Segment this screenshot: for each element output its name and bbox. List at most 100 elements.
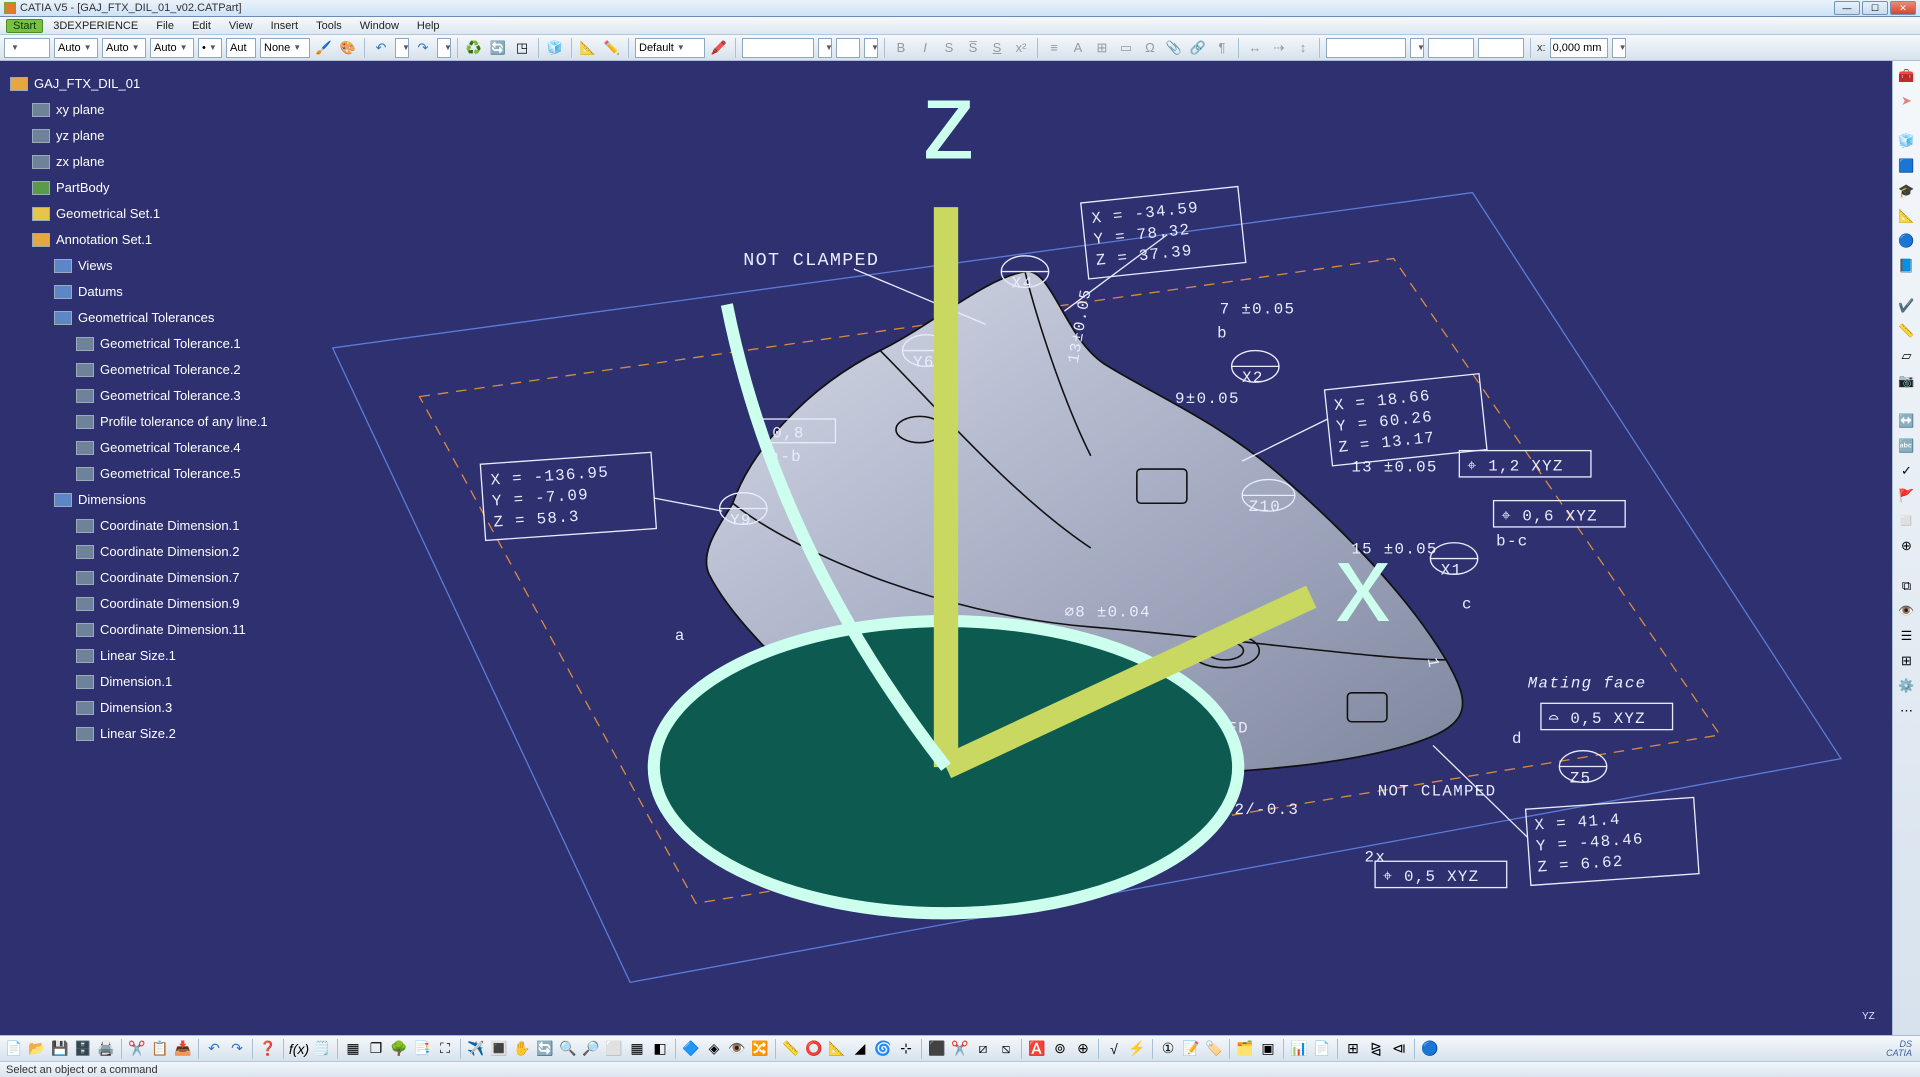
tree-geotol1[interactable]: Geometrical Tolerance.1 <box>10 331 268 357</box>
pan-icon[interactable]: ✋ <box>512 1039 532 1059</box>
undo-bottom-icon[interactable]: ↶ <box>204 1039 224 1059</box>
upper-tol-input[interactable] <box>1428 38 1474 58</box>
tree-xy-plane[interactable]: xy plane <box>10 97 268 123</box>
menu-help[interactable]: Help <box>409 19 448 33</box>
tree-geotol4[interactable]: Geometrical Tolerance.4 <box>10 435 268 461</box>
knowledge-icon[interactable]: 📘 <box>1896 255 1918 277</box>
copy-icon[interactable]: 📋 <box>150 1039 170 1059</box>
render-style-dd[interactable]: Default▼ <box>635 38 705 58</box>
coord-icon[interactable]: 📏 <box>1896 320 1918 342</box>
tree-geotol2[interactable]: Geometrical Tolerance.2 <box>10 357 268 383</box>
tree-dim9[interactable]: Linear Size.2 <box>10 721 268 747</box>
superscript-icon[interactable]: x² <box>1011 38 1031 58</box>
dim-tool-icon[interactable]: 📏 <box>781 1039 801 1059</box>
redo-icon[interactable]: ↷ <box>413 38 433 58</box>
chamfer-icon[interactable]: ◢ <box>850 1039 870 1059</box>
create-report-icon[interactable]: 📄 <box>1312 1039 1332 1059</box>
roughness-icon[interactable]: ✓ <box>1896 460 1918 482</box>
shape-icon[interactable]: 🟦 <box>1896 155 1918 177</box>
tree-dim7[interactable]: Dimension.1 <box>10 669 268 695</box>
overline-icon[interactable]: S̅ <box>963 38 983 58</box>
update-icon[interactable]: ♻️ <box>464 38 484 58</box>
tree-yz-plane[interactable]: yz plane <box>10 123 268 149</box>
save-icon[interactable]: 💾 <box>50 1039 70 1059</box>
tree-views[interactable]: Views <box>10 253 268 279</box>
filter-icon[interactable]: ⧉ <box>1896 575 1918 597</box>
shading-icon[interactable]: 🔷 <box>681 1039 701 1059</box>
paint-icon[interactable]: 🎨 <box>338 38 358 58</box>
3dx-icon[interactable]: 🔵 <box>1420 1039 1440 1059</box>
input1[interactable] <box>742 38 814 58</box>
manual-update-icon[interactable]: 🔄 <box>488 38 508 58</box>
coord-dim-icon[interactable]: ⊹ <box>896 1039 916 1059</box>
tree-partbody[interactable]: PartBody <box>10 175 268 201</box>
fly-icon[interactable]: ✈️ <box>466 1039 486 1059</box>
zoom-out-icon[interactable]: 🔎 <box>581 1039 601 1059</box>
balloon-icon[interactable]: ① <box>1158 1039 1178 1059</box>
tree-annoset[interactable]: Annotation Set.1 <box>10 227 268 253</box>
tolerance-dd[interactable]: ▼ <box>1410 38 1424 58</box>
menu-insert[interactable]: Insert <box>263 19 307 33</box>
tree-geoset[interactable]: Geometrical Set.1 <box>10 201 268 227</box>
transparency-dd[interactable]: None▼ <box>260 38 310 58</box>
underline-icon[interactable]: S <box>987 38 1007 58</box>
point-auto-dd[interactable]: Auto▼ <box>150 38 194 58</box>
tile-icon[interactable]: ▦ <box>343 1039 363 1059</box>
menu-start[interactable]: Start <box>6 19 43 33</box>
open-icon[interactable]: 📂 <box>27 1039 47 1059</box>
fit-all-icon[interactable]: 🔳 <box>489 1039 509 1059</box>
symbol-insert-icon[interactable]: Ω <box>1140 38 1160 58</box>
help-icon[interactable]: ❓ <box>258 1039 278 1059</box>
dim3-icon[interactable]: ↕ <box>1293 38 1313 58</box>
x-dd[interactable]: ▼ <box>1612 38 1626 58</box>
anchor-icon[interactable]: ⊞ <box>1092 38 1112 58</box>
close-button[interactable]: ✕ <box>1890 1 1916 15</box>
iso-view-icon[interactable]: ◧ <box>650 1039 670 1059</box>
offset-section-icon[interactable]: ⧄ <box>973 1039 993 1059</box>
brush-icon[interactable]: 🖌️ <box>314 38 334 58</box>
print-icon[interactable]: 🖨️ <box>96 1039 116 1059</box>
annotation-plane-icon[interactable]: ▱ <box>1896 345 1918 367</box>
section-icon[interactable]: ✂️ <box>950 1039 970 1059</box>
design-table-icon[interactable]: 🗒️ <box>312 1039 332 1059</box>
cut-icon[interactable]: ✂️ <box>127 1039 147 1059</box>
measure-item-icon[interactable]: 📐 <box>578 38 598 58</box>
workbench-icon[interactable]: 🧰 <box>1896 65 1918 87</box>
thread-icon[interactable]: 🌀 <box>873 1039 893 1059</box>
zoom-in-icon[interactable]: 🔍 <box>558 1039 578 1059</box>
front-view-icon[interactable]: ⬛ <box>927 1039 947 1059</box>
tree-toggle-icon[interactable]: 🌳 <box>389 1039 409 1059</box>
link-icon[interactable]: 🔗 <box>1188 38 1208 58</box>
dim2-icon[interactable]: ⇢ <box>1269 38 1289 58</box>
tree-geotol3[interactable]: Geometrical Tolerance.3 <box>10 383 268 409</box>
flag-icon[interactable]: 🚩 <box>1896 485 1918 507</box>
menu-window[interactable]: Window <box>352 19 407 33</box>
hide-show-icon[interactable]: 👁️ <box>727 1039 747 1059</box>
font-icon[interactable]: A <box>1068 38 1088 58</box>
linetype-auto-dd[interactable]: Auto▼ <box>54 38 98 58</box>
view-icon[interactable]: 👁️ <box>1896 600 1918 622</box>
geometric-tol-icon[interactable]: ⊕ <box>1073 1039 1093 1059</box>
constr-group-icon[interactable]: 🗂️ <box>1235 1039 1255 1059</box>
aligned-section-icon[interactable]: ⧅ <box>996 1039 1016 1059</box>
strike-icon[interactable]: S <box>939 38 959 58</box>
tree-geotol5[interactable]: Geometrical Tolerance.5 <box>10 461 268 487</box>
tree-dims-group[interactable]: Dimensions <box>10 487 268 513</box>
tree-profiletol[interactable]: Profile tolerance of any line.1 <box>10 409 268 435</box>
input2[interactable] <box>836 38 860 58</box>
save-mgmt-icon[interactable]: 🗄️ <box>73 1039 93 1059</box>
group-icon[interactable]: ⊞ <box>1896 650 1918 672</box>
undo-icon[interactable]: ↶ <box>371 38 391 58</box>
radius-icon[interactable]: ⭕ <box>804 1039 824 1059</box>
more-icon[interactable]: ⋯ <box>1896 700 1918 722</box>
mirror-icon[interactable]: ⧎ <box>1366 1039 1386 1059</box>
tree-dim8[interactable]: Dimension.3 <box>10 695 268 721</box>
minimize-button[interactable]: — <box>1834 1 1860 15</box>
normal-view-icon[interactable]: ⬜ <box>604 1039 624 1059</box>
input1-dd[interactable]: ▼ <box>818 38 832 58</box>
lineweight-auto-dd[interactable]: Auto▼ <box>102 38 146 58</box>
swap-visible-icon[interactable]: 🔀 <box>750 1039 770 1059</box>
menu-tools[interactable]: Tools <box>308 19 350 33</box>
datum-target-icon[interactable]: ⊚ <box>1050 1039 1070 1059</box>
spec-icon[interactable]: 📑 <box>412 1039 432 1059</box>
